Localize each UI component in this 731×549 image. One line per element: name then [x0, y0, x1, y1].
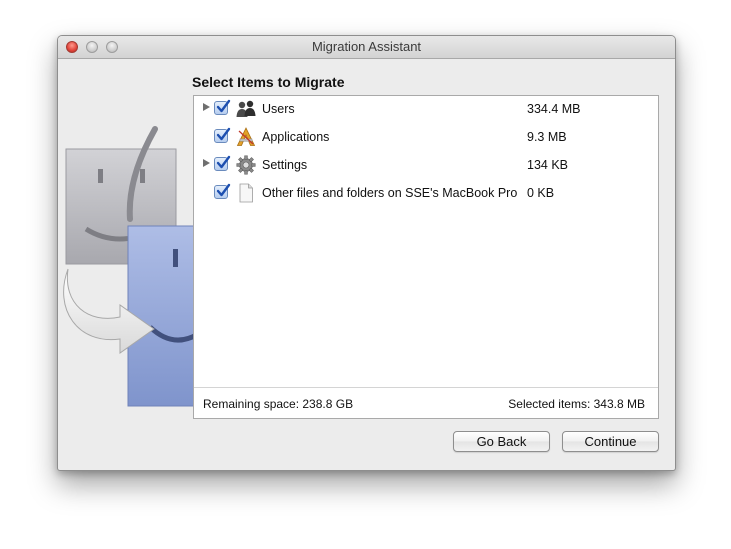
item-size: 334.4 MB	[527, 102, 581, 116]
item-size: 0 KB	[527, 186, 555, 200]
item-name: Other files and folders on SSE's MacBook…	[262, 186, 518, 200]
list-item-other-files[interactable]: Other files and folders on SSE's MacBook…	[194, 180, 658, 208]
remaining-space-label: Remaining space: 238.8 GB	[203, 397, 354, 411]
document-icon	[239, 183, 253, 203]
settings-gear-icon	[236, 155, 256, 175]
settings-checkbox[interactable]	[214, 155, 231, 171]
list-item-settings[interactable]: Settings 134 KB	[194, 152, 658, 180]
list-item-applications[interactable]: Applications 9.3 MB	[194, 124, 658, 152]
users-icon	[236, 100, 256, 117]
migration-items-list[interactable]: Users 334.4 MB Applications 9.3 MB Setti…	[193, 95, 659, 419]
section-heading: Select Items to Migrate	[192, 74, 345, 90]
window-title: Migration Assistant	[311, 39, 422, 54]
applications-icon	[236, 127, 256, 146]
item-size: 134 KB	[527, 158, 569, 172]
go-back-button[interactable]: Go Back	[453, 431, 550, 452]
applications-checkbox[interactable]	[214, 127, 231, 143]
users-checkbox[interactable]	[214, 99, 231, 115]
migration-assistant-window: Migration Assistant Select Items to Migr…	[57, 35, 676, 471]
migration-finder-illustration-icon	[63, 126, 198, 407]
item-name: Settings	[262, 158, 308, 172]
item-name: Applications	[262, 130, 330, 144]
list-status-bar: Remaining space: 238.8 GB Selected items…	[194, 387, 658, 418]
item-name: Users	[262, 102, 295, 116]
list-item-users[interactable]: Users 334.4 MB	[194, 96, 658, 124]
title-bar[interactable]: Migration Assistant	[58, 36, 675, 59]
item-size: 9.3 MB	[527, 130, 567, 144]
other-files-checkbox[interactable]	[214, 183, 231, 199]
selected-items-label: Selected items: 343.8 MB	[508, 397, 645, 411]
disclosure-triangle-icon[interactable]	[203, 159, 210, 167]
continue-button[interactable]: Continue	[562, 431, 659, 452]
disclosure-triangle-icon[interactable]	[203, 103, 210, 111]
